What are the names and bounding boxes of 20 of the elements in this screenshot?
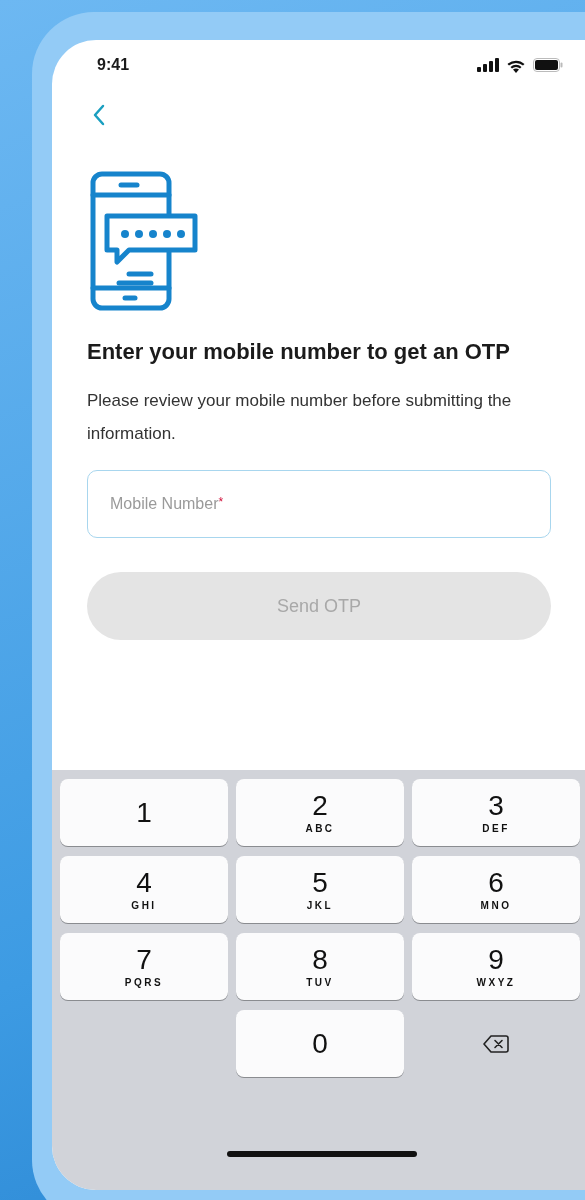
status-time: 9:41 <box>97 56 130 74</box>
field-label: Mobile Number* <box>110 495 224 513</box>
back-icon[interactable] <box>92 104 106 126</box>
keypad-key[interactable]: 3 DEF <box>412 779 580 846</box>
backspace-icon[interactable] <box>483 1033 509 1054</box>
keypad-key[interactable]: 0 <box>236 1010 404 1077</box>
heading: Enter your mobile number to get an OTP <box>87 338 511 366</box>
keypad-key[interactable]: 8 TUV <box>236 933 404 1000</box>
signal-icon <box>477 58 499 72</box>
keypad-key[interactable]: 5 JKL <box>236 856 404 923</box>
description: Please review your mobile number before submitting the information. <box>87 390 513 445</box>
keypad-key[interactable]: 6 MNO <box>412 856 580 923</box>
keypad-key[interactable]: 9 WXYZ <box>412 933 580 1000</box>
battery-icon <box>533 58 563 72</box>
phone-message-icon <box>89 170 199 312</box>
mobile-number-field[interactable]: Mobile Number* <box>87 470 551 538</box>
keypad-key[interactable]: 7 PQRS <box>60 933 228 1000</box>
keypad-key[interactable]: 2 ABC <box>236 779 404 846</box>
keypad-key[interactable]: 1 <box>60 779 228 846</box>
keypad-key[interactable]: 4 GHI <box>60 856 228 923</box>
